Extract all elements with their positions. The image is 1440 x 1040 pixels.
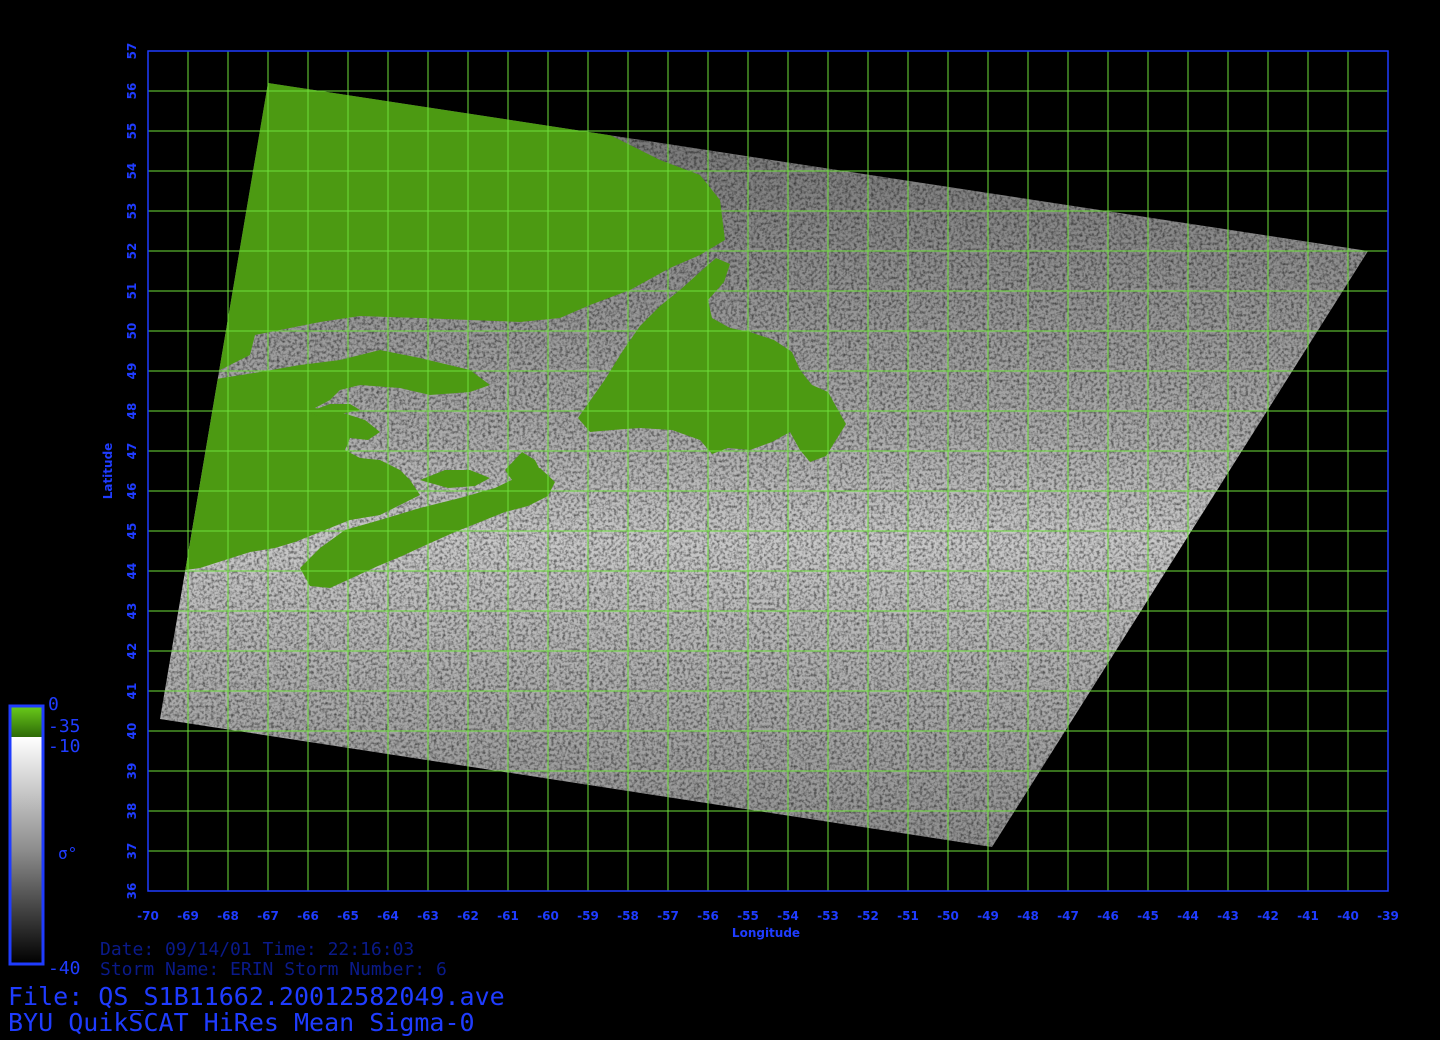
lon-tick-label: -55 [737, 909, 759, 923]
y-axis-label: Latitude [101, 443, 115, 500]
lon-tick-label: -47 [1057, 909, 1079, 923]
lon-tick-label: -62 [457, 909, 479, 923]
lon-tick-label: -60 [537, 909, 559, 923]
colorbar-land-bottom-label: -35 [48, 716, 81, 737]
lon-tick-label: -45 [1137, 909, 1159, 923]
lon-tick-label: -61 [497, 909, 519, 923]
colorbar-top-label: -10 [48, 736, 81, 757]
colorbar-land-top-label: 0 [48, 694, 59, 715]
lon-tick-label: -42 [1257, 909, 1279, 923]
colorbar-bottom-label: -40 [48, 958, 81, 979]
colorbar-land-band [10, 706, 43, 737]
lat-tick-label: 47 [125, 443, 139, 460]
lat-tick-label: 45 [125, 523, 139, 540]
lat-tick-label: 37 [125, 843, 139, 860]
lat-tick-label: 44 [125, 563, 139, 580]
lon-tick-label: -39 [1377, 909, 1399, 923]
lon-tick-label: -49 [977, 909, 999, 923]
colorbar-gray-band [10, 737, 43, 964]
lon-tick-label: -40 [1337, 909, 1359, 923]
file-name-line: File: QS_S1B11662.20012582049.ave [8, 982, 505, 1011]
lon-tick-label: -65 [337, 909, 359, 923]
lat-tick-label: 52 [125, 243, 139, 260]
lat-tick-label: 40 [125, 723, 139, 740]
lat-tick-label: 53 [125, 203, 139, 220]
date-time-line: Date: 09/14/01 Time: 22:16:03 [100, 939, 415, 960]
lat-tick-label: 43 [125, 603, 139, 620]
lon-tick-label: -66 [297, 909, 319, 923]
lon-tick-label: -46 [1097, 909, 1119, 923]
lon-tick-label: -44 [1177, 909, 1199, 923]
lat-tick-label: 39 [125, 763, 139, 780]
lon-tick-label: -51 [897, 909, 919, 923]
lat-tick-label: 38 [125, 803, 139, 820]
latitude-tick-labels: 36 37 38 39 40 41 42 43 44 45 46 47 48 49 50 51 52 53 54 55… [125, 43, 139, 900]
lon-tick-label: -69 [177, 909, 199, 923]
lon-tick-label: -50 [937, 909, 959, 923]
lon-tick-label: -52 [857, 909, 879, 923]
lon-tick-label: -54 [777, 909, 799, 923]
sigma0-map: -70 -69 -68 -67 -66 -65 -64 -63 -62 -61 -60 -59 -58 -… [8, 43, 1399, 966]
lat-tick-label: 50 [125, 323, 139, 340]
lat-tick-label: 36 [125, 883, 139, 900]
lon-tick-label: -58 [617, 909, 639, 923]
lat-tick-label: 48 [125, 403, 139, 420]
lon-tick-label: -56 [697, 909, 719, 923]
lon-tick-label: -68 [217, 909, 239, 923]
lat-tick-label: 46 [125, 483, 139, 500]
lon-tick-label: -53 [817, 909, 839, 923]
lon-tick-label: -48 [1017, 909, 1039, 923]
lat-tick-label: 42 [125, 643, 139, 660]
colorbar-symbol: σ° [58, 844, 78, 863]
lat-tick-label: 49 [125, 363, 139, 380]
lon-tick-label: -67 [257, 909, 279, 923]
x-axis-label: Longitude [732, 926, 800, 940]
lon-tick-label: -70 [137, 909, 159, 923]
lon-tick-label: -59 [577, 909, 599, 923]
lon-tick-label: -57 [657, 909, 679, 923]
lon-tick-label: -41 [1297, 909, 1319, 923]
lat-tick-label: 41 [125, 683, 139, 700]
lon-tick-label: -64 [377, 909, 399, 923]
longitude-tick-labels: -70 -69 -68 -67 -66 -65 -64 -63 -62 -61 -60 -59 -58 -… [137, 909, 1399, 923]
storm-info-line: Storm Name: ERIN Storm Number: 6 [100, 959, 447, 980]
lat-tick-label: 56 [125, 83, 139, 100]
lon-tick-label: -63 [417, 909, 439, 923]
lat-tick-label: 54 [125, 163, 139, 180]
lon-tick-label: -43 [1217, 909, 1239, 923]
product-title-line: BYU QuikSCAT HiRes Mean Sigma-0 [8, 1008, 475, 1037]
colorbar [8, 704, 45, 966]
lat-tick-label: 57 [125, 43, 139, 60]
lat-tick-label: 51 [125, 283, 139, 300]
lat-tick-label: 55 [125, 123, 139, 140]
